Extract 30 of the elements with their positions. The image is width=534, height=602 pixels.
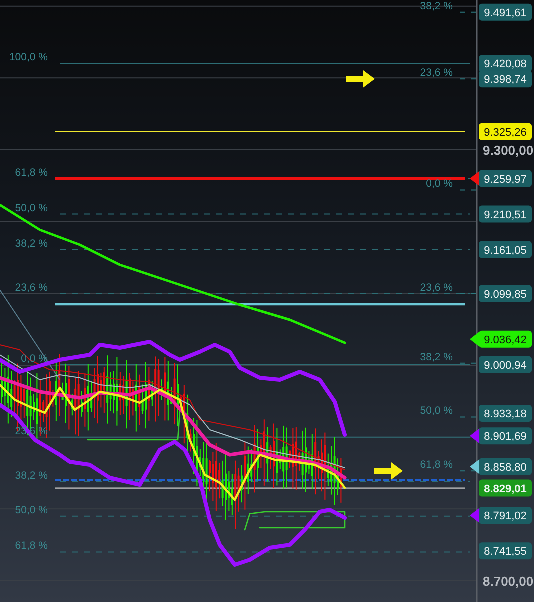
fib-level-label: 38,2 %: [420, 351, 453, 364]
price-tag: 9.000,94: [479, 356, 532, 374]
price-tag: 9.161,05: [479, 241, 532, 258]
price-tag: 9.398,74: [479, 70, 532, 88]
fib-level-label: 61,8 %: [15, 166, 48, 179]
price-tag: 8.933,18: [479, 404, 532, 422]
price-tag: 9.210,51: [479, 206, 532, 223]
price-tag: 8.829,01: [479, 480, 532, 497]
fib-level-label: 23,6 %: [15, 282, 48, 294]
fib-level-label: 23,6 %: [420, 67, 453, 80]
price-tag: 9.491,61: [479, 4, 532, 21]
price-tag: 9.099,85: [479, 285, 532, 302]
fib-level-label: 100,0 %: [9, 52, 48, 64]
fib-level-label: 0,0 %: [426, 178, 453, 190]
fib-level-label: 38,2 %: [15, 238, 48, 250]
price-tag: 9.420,08: [479, 55, 532, 72]
price-tag: 9.325,26: [479, 123, 532, 140]
fib-level-label: 38,2 %: [15, 470, 48, 482]
price-tag: 8.741,55: [479, 542, 532, 560]
axis-price-label: 8.700,00: [483, 574, 534, 589]
fib-level-label: 50,0 %: [15, 504, 48, 516]
fib-level-label: 50,0 %: [420, 405, 453, 418]
arrow-icon: [346, 70, 375, 88]
fib-level-label: 23,6 %: [420, 282, 453, 294]
axis-price-label: 9.300,00: [483, 143, 534, 158]
fib-level-label: 38,2 %: [420, 0, 453, 12]
fib-level-label: 61,8 %: [15, 540, 48, 552]
fib-level-label: 50,0 %: [15, 202, 48, 214]
fib-level-label: 61,8 %: [420, 459, 453, 472]
arrow-icon: [374, 462, 403, 480]
